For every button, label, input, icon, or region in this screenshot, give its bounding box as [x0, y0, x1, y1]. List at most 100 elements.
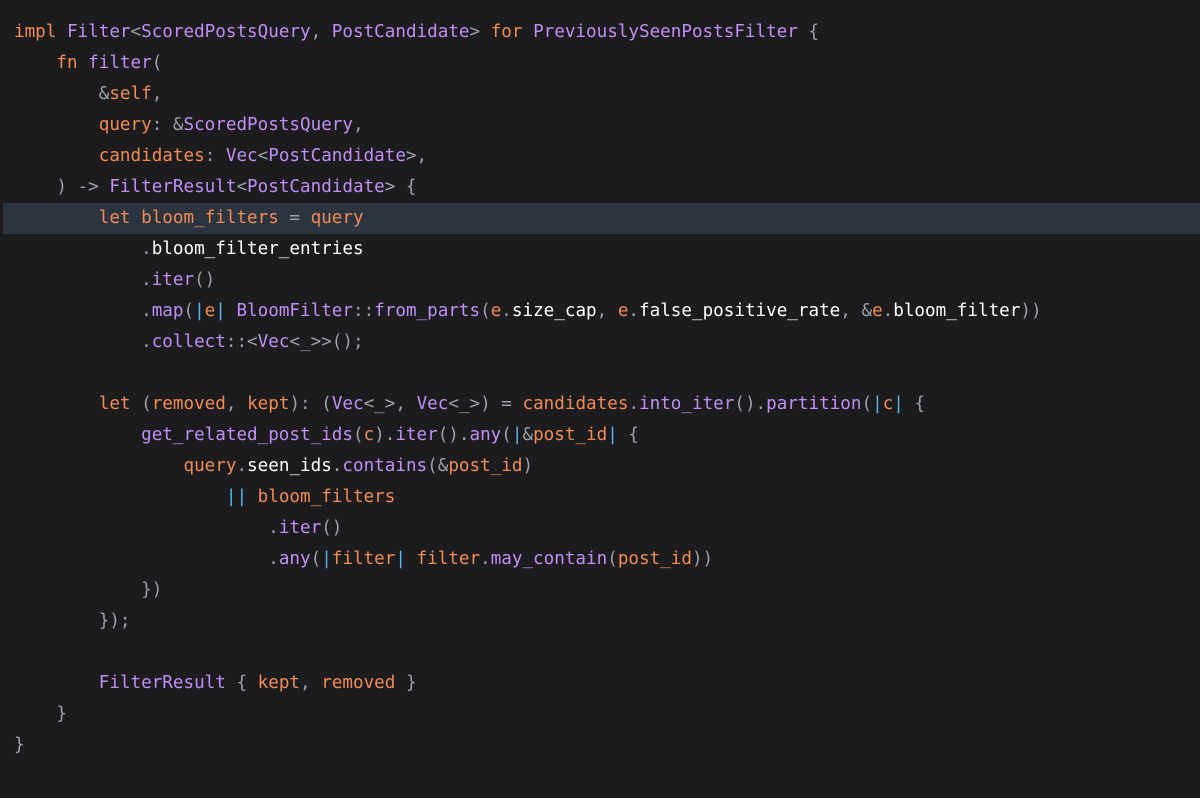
punctuation-token: . — [141, 239, 152, 259]
punctuation-token: <_>) = — [448, 394, 523, 414]
method-token: contains — [342, 456, 428, 476]
code-line[interactable] — [0, 637, 1200, 668]
punctuation-token: ) -> — [56, 177, 110, 197]
punctuation-token: , — [225, 394, 248, 414]
variable-token: removed — [151, 394, 226, 414]
variable-token: bloom_filters — [257, 487, 396, 507]
code-line[interactable]: } — [0, 699, 1200, 730]
closure-pipe-token: | — [395, 549, 406, 569]
punctuation-token: < — [130, 22, 142, 42]
punctuation-token: . — [268, 518, 279, 538]
closure-pipe-token: | — [607, 425, 618, 445]
punctuation-token: & — [522, 425, 534, 445]
method-token: map — [151, 301, 184, 321]
variable-token: removed — [321, 673, 396, 693]
punctuation-token — [226, 301, 237, 321]
code-line[interactable]: candidates: Vec<PostCandidate>, — [0, 141, 1200, 172]
code-line[interactable]: get_related_post_ids(c).iter().any(|&pos… — [0, 420, 1200, 451]
code-line[interactable]: query.seen_ids.contains(&post_id) — [0, 451, 1200, 482]
code-line[interactable]: .collect::<Vec<_>>(); — [0, 327, 1200, 358]
punctuation-token: () — [194, 270, 216, 290]
punctuation-token: < — [236, 177, 248, 197]
type-token: FilterResult — [109, 177, 237, 197]
punctuation-token: & — [98, 84, 110, 104]
punctuation-token: { — [617, 425, 639, 445]
punctuation-token: . — [268, 549, 279, 569]
method-token: filter — [88, 53, 152, 73]
type-token: PostCandidate — [247, 177, 385, 197]
method-token: get_related_post_ids — [141, 425, 353, 445]
code-line[interactable]: query: &ScoredPostsQuery, — [0, 110, 1200, 141]
code-line[interactable]: .bloom_filter_entries — [0, 234, 1200, 265]
variable-token: candidates — [522, 394, 629, 414]
code-line[interactable]: FilterResult { kept, removed } — [0, 668, 1200, 699]
method-token: partition — [766, 394, 862, 414]
type-token: ScoredPostsQuery — [183, 115, 353, 135]
punctuation-token: . — [141, 301, 152, 321]
keyword-token: fn — [56, 53, 78, 73]
punctuation-token: (). — [437, 425, 470, 445]
code-line[interactable]: }) — [0, 575, 1200, 606]
code-line[interactable]: fn filter( — [0, 48, 1200, 79]
punctuation-token — [247, 487, 258, 507]
code-editor[interactable]: impl Filter<ScoredPostsQuery, PostCandid… — [0, 0, 1200, 798]
punctuation-token: < — [257, 146, 269, 166]
punctuation-token: . — [141, 332, 152, 352]
code-line[interactable]: let (removed, kept): (Vec<_>, Vec<_>) = … — [0, 389, 1200, 420]
code-line[interactable]: .any(|filter| filter.may_contain(post_id… — [0, 544, 1200, 575]
identifier-token: size_cap — [511, 301, 597, 321]
type-token: Filter — [66, 22, 131, 42]
keyword-token: impl — [14, 22, 57, 42]
variable-token: bloom_filters — [141, 208, 279, 228]
punctuation-token: (& — [427, 456, 449, 476]
type-token: Vec — [416, 394, 449, 414]
identifier-token: bloom_filter_entries — [151, 239, 364, 259]
code-line[interactable]: .iter() — [0, 513, 1200, 544]
punctuation-token: ( — [501, 425, 512, 445]
variable-token: post_id — [448, 456, 523, 476]
code-line[interactable]: }); — [0, 606, 1200, 637]
code-line[interactable]: .map(|e| BloomFilter::from_parts(e.size_… — [0, 296, 1200, 327]
method-token: from_parts — [374, 301, 481, 321]
variable-token: candidates — [98, 146, 205, 166]
punctuation-token: { — [225, 673, 258, 693]
code-line-current[interactable]: let bloom_filters = query — [3, 203, 1200, 234]
punctuation-token: , — [310, 22, 332, 42]
keyword-token: let — [98, 208, 131, 228]
method-token: iter — [151, 270, 195, 290]
punctuation-token: . — [882, 301, 894, 321]
variable-token: c — [363, 425, 375, 445]
punctuation-token: :: — [352, 301, 375, 321]
code-line[interactable]: &self, — [0, 79, 1200, 110]
punctuation-token: , & — [840, 301, 873, 321]
code-line[interactable]: || bloom_filters — [0, 482, 1200, 513]
method-token: may_contain — [490, 549, 608, 569]
code-line[interactable]: .iter() — [0, 265, 1200, 296]
keyword-token: for — [490, 22, 523, 42]
punctuation-token: . — [501, 301, 512, 321]
punctuation-token: <_>, — [363, 394, 417, 414]
code-line[interactable]: } — [0, 730, 1200, 761]
type-token: BloomFilter — [236, 301, 353, 321]
code-line[interactable]: impl Filter<ScoredPostsQuery, PostCandid… — [0, 17, 1200, 48]
code-line[interactable]: ) -> FilterResult<PostCandidate> { — [0, 172, 1200, 203]
punctuation-token: ::< — [225, 332, 258, 352]
punctuation-token: <_>>(); — [289, 332, 364, 352]
variable-token: e — [204, 301, 216, 321]
code-line[interactable] — [0, 358, 1200, 389]
punctuation-token: ) — [522, 456, 534, 476]
variable-token: c — [882, 394, 894, 414]
type-token: Vec — [225, 146, 258, 166]
